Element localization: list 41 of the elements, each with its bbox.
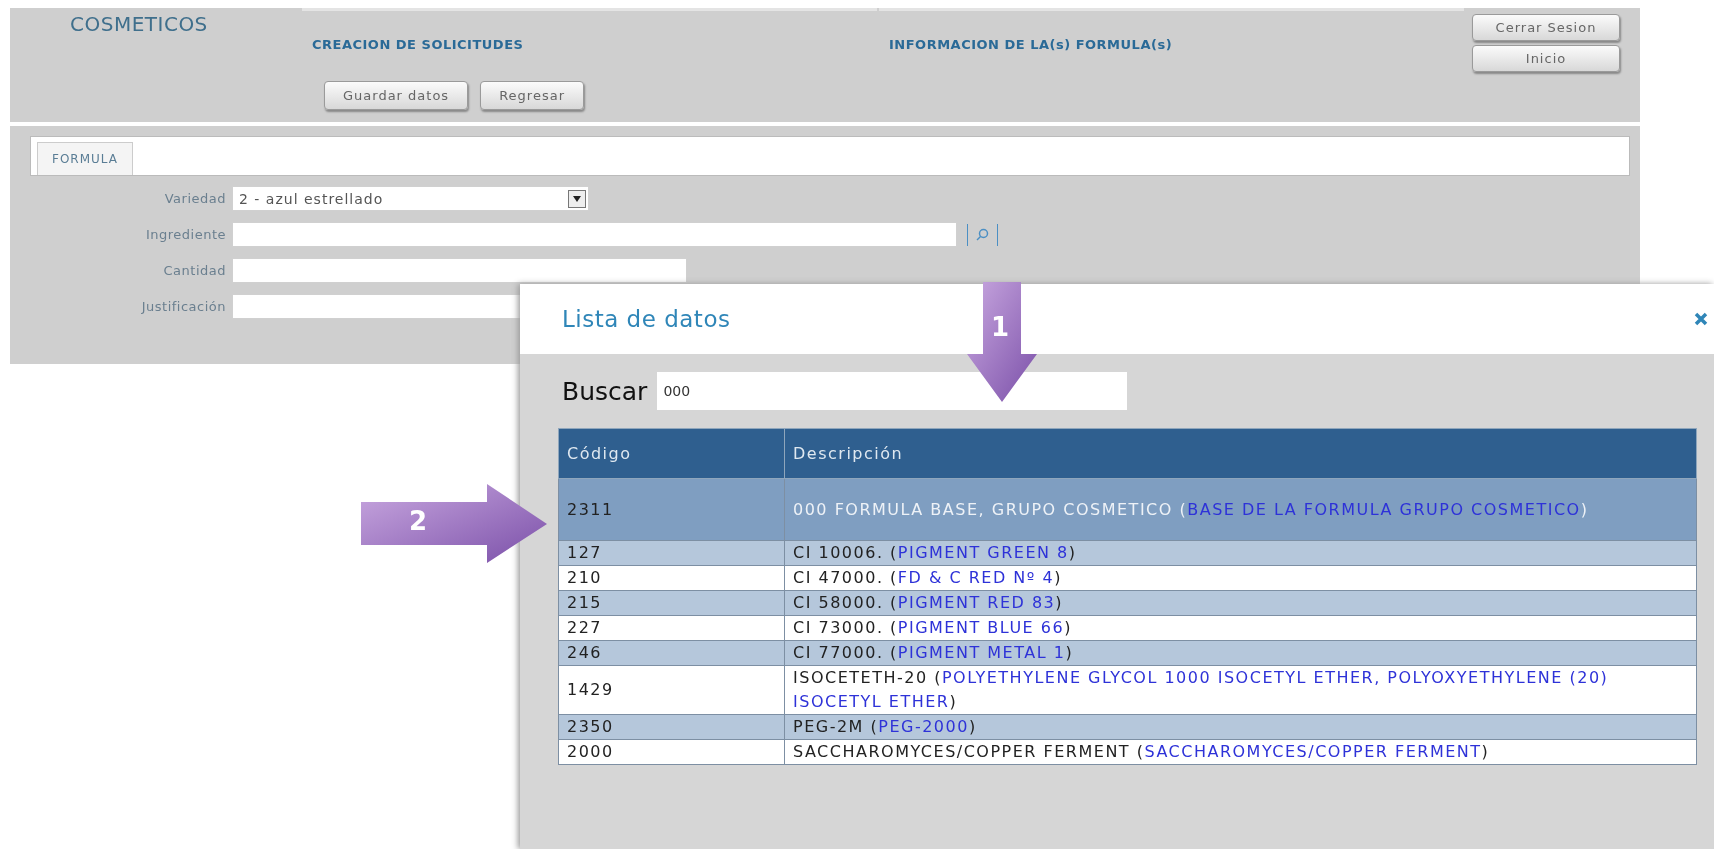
input-field[interactable] [232, 222, 957, 247]
action-button[interactable]: Guardar datos [324, 80, 469, 110]
column-header[interactable]: Código [558, 428, 785, 479]
step-number: 2 [409, 506, 428, 536]
close-icon[interactable] [1694, 312, 1708, 326]
description-cell[interactable]: CI 10006. (PIGMENT GREEN 8) [784, 540, 1697, 566]
nav-link[interactable]: INFORMACION DE LA(s) FORMULA(s) [889, 37, 1173, 52]
description-cell[interactable]: CI 58000. (PIGMENT RED 83) [784, 590, 1697, 616]
form-tab[interactable]: FORMULA [37, 142, 133, 175]
dropdown-icon[interactable] [568, 189, 586, 208]
search-field[interactable]: 000 [657, 372, 1128, 410]
step-number: 1 [991, 312, 1010, 342]
code-cell[interactable]: 227 [558, 615, 785, 641]
field-label: Cantidad [162, 263, 226, 278]
code-cell[interactable]: 1429 [558, 665, 785, 715]
search-icon[interactable] [976, 228, 989, 241]
column-header[interactable]: Descripción [784, 428, 1697, 479]
field-label: Ingrediente [144, 227, 226, 242]
description-cell[interactable]: PEG-2M (PEG-2000) [784, 714, 1697, 740]
description-cell[interactable]: ISOCETETH-20 (POLYETHYLENE GLYCOL 1000 ISOCETYL ETHER, POLYOXYETHYLENE (20) ISOCETYL ETHER) [784, 665, 1697, 715]
code-cell[interactable]: 210 [558, 565, 785, 591]
select-field[interactable]: 2 - azul estrellado [232, 186, 589, 211]
field-label: Variedad [163, 191, 226, 206]
input-field[interactable] [232, 258, 687, 283]
dialog-title: Lista de datos [562, 306, 731, 332]
description-cell[interactable]: CI 77000. (PIGMENT METAL 1) [784, 640, 1697, 666]
description-cell[interactable]: SACCHAROMYCES/COPPER FERMENT (SACCHAROMYCES/COPPER FERMENT) [784, 739, 1697, 765]
search-label: Buscar [562, 376, 648, 406]
code-cell[interactable]: 2311 [558, 478, 785, 541]
code-cell[interactable]: 127 [558, 540, 785, 566]
nav-link[interactable]: CREACION DE SOLICITUDES [312, 37, 524, 52]
code-cell[interactable]: 246 [558, 640, 785, 666]
session-button[interactable]: Inicio [1472, 45, 1620, 72]
action-button[interactable]: Regresar [480, 80, 584, 110]
session-button[interactable]: Cerrar Sesion [1472, 14, 1620, 41]
description-cell[interactable]: CI 47000. (FD & C RED Nº 4) [784, 565, 1697, 591]
code-cell[interactable]: 215 [558, 590, 785, 616]
code-cell[interactable]: 2000 [558, 739, 785, 765]
description-cell[interactable]: CI 73000. (PIGMENT BLUE 66) [784, 615, 1697, 641]
field-label: Justificación [140, 299, 226, 314]
code-cell[interactable]: 2350 [558, 714, 785, 740]
